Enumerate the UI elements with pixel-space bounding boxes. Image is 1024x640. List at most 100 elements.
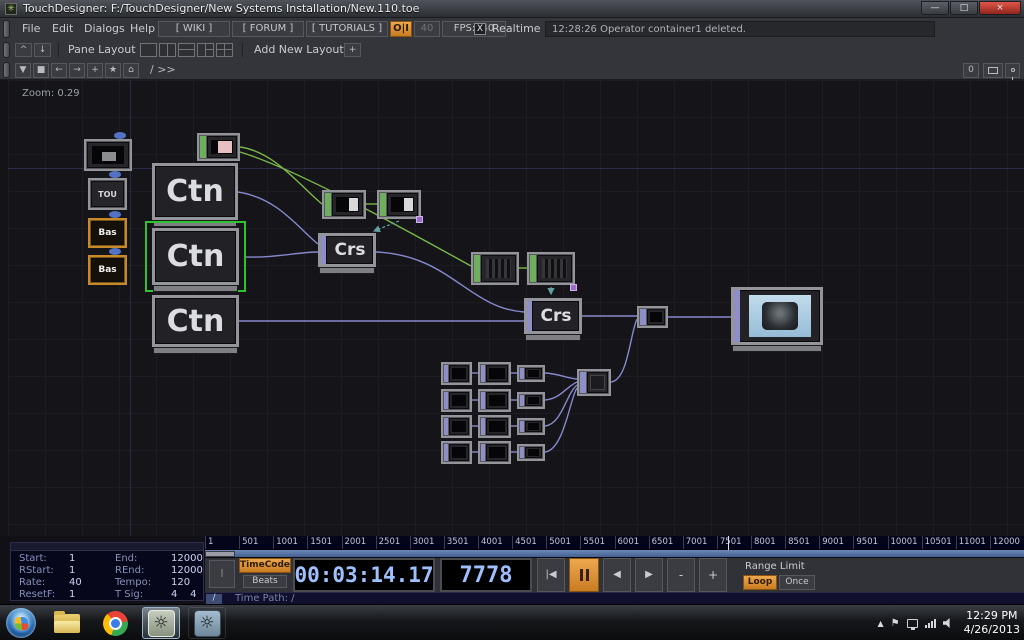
- rewind-button[interactable]: |◀: [537, 558, 565, 592]
- action-center-flag-icon[interactable]: ⚑: [891, 618, 900, 629]
- beats-mode-button[interactable]: Beats: [243, 575, 287, 588]
- window-placement-icon[interactable]: ^: [15, 43, 32, 57]
- top-node[interactable]: [517, 418, 545, 435]
- loop-button[interactable]: Loop: [743, 575, 777, 590]
- menu-help[interactable]: Help: [130, 18, 155, 40]
- pane-grip[interactable]: [3, 42, 10, 58]
- network-icon[interactable]: [907, 619, 918, 628]
- pane-grip[interactable]: [3, 62, 10, 78]
- viewer-flag[interactable]: [109, 211, 121, 218]
- layout-preset-grid[interactable]: [216, 43, 233, 57]
- layout-preset-hsplit[interactable]: [178, 43, 195, 57]
- touchdesigner-taskbar-button[interactable]: ☼: [188, 607, 226, 639]
- container-node-2-selected[interactable]: Ctn: [152, 228, 239, 285]
- maximize-button[interactable]: □: [950, 1, 978, 15]
- top-node-logo[interactable]: [84, 139, 132, 171]
- step-forward-button[interactable]: ▶: [635, 558, 663, 592]
- menu-edit[interactable]: Edit: [52, 18, 73, 40]
- cross-top-node-1[interactable]: Crs: [318, 233, 376, 267]
- setting-value[interactable]: 1: [69, 589, 115, 601]
- pane-grip[interactable]: [3, 20, 10, 38]
- stop-icon[interactable]: ■: [33, 63, 49, 78]
- base-comp-node[interactable]: Bas: [88, 218, 127, 248]
- layout-preset-vsplit[interactable]: [159, 43, 176, 57]
- setting-value[interactable]: 1: [69, 553, 115, 565]
- realtime-checkbox[interactable]: X: [474, 23, 486, 35]
- top-node[interactable]: [441, 362, 472, 385]
- title-bar[interactable]: ✳ TouchDesigner: F:/TouchDesigner/New Sy…: [0, 0, 1024, 18]
- viewer-flag[interactable]: [109, 171, 121, 178]
- base-comp-node[interactable]: Bas: [88, 255, 127, 285]
- touchdesigner-taskbar-button-active[interactable]: ☼: [142, 607, 180, 639]
- clock[interactable]: 12:29 PM 4/26/2013: [964, 609, 1020, 637]
- volume-icon[interactable]: [943, 618, 953, 628]
- top-node[interactable]: [478, 362, 511, 385]
- show-hidden-icons[interactable]: ▲: [877, 619, 883, 628]
- power-fps-field[interactable]: 40: [414, 21, 440, 37]
- chop-node[interactable]: [322, 190, 366, 219]
- home-icon[interactable]: ⌂: [123, 63, 139, 78]
- add-icon[interactable]: +: [87, 63, 103, 78]
- top-node[interactable]: [478, 415, 511, 438]
- explorer-taskbar-button[interactable]: [48, 607, 86, 639]
- minimize-button[interactable]: —: [921, 1, 949, 15]
- chop-node-audio[interactable]: [197, 133, 240, 161]
- layout-preset-single[interactable]: [140, 43, 157, 57]
- pane-menu-icon[interactable]: ▼: [15, 63, 31, 78]
- timecode-mode-button[interactable]: TimeCode: [239, 558, 291, 573]
- zero-button[interactable]: 0: [963, 63, 979, 78]
- range-thumb[interactable]: [205, 551, 235, 557]
- tutorials-button[interactable]: [ TUTORIALS ]: [306, 21, 388, 37]
- viewer-flag[interactable]: [114, 132, 126, 139]
- path-root-badge[interactable]: /: [206, 594, 222, 604]
- cross-top-node-2[interactable]: Crs: [524, 298, 582, 334]
- chop-node[interactable]: [471, 252, 519, 285]
- drop-layout-icon[interactable]: ↓: [34, 43, 51, 57]
- frame-ruler[interactable]: 1501100115012001250130013501400145015001…: [205, 536, 1024, 550]
- chop-node[interactable]: [377, 190, 421, 219]
- pause-button[interactable]: [569, 558, 599, 592]
- network-editor-canvas[interactable]: Zoom: 0.29: [8, 80, 1024, 536]
- power-toggle[interactable]: O|I: [390, 21, 412, 37]
- back-arrow-icon[interactable]: ←: [51, 63, 67, 78]
- range-minus-button[interactable]: -: [667, 558, 695, 592]
- start-button[interactable]: [6, 608, 36, 638]
- top-node[interactable]: [441, 389, 472, 412]
- output-top-node[interactable]: [731, 287, 823, 345]
- playhead[interactable]: [728, 536, 729, 550]
- network-path[interactable]: / >>: [150, 60, 176, 80]
- menu-dialogs[interactable]: Dialogs: [84, 18, 125, 40]
- add-layout-button[interactable]: +: [344, 43, 361, 57]
- viewer-flag[interactable]: [109, 248, 121, 255]
- top-node[interactable]: [517, 392, 545, 409]
- top-node[interactable]: [517, 365, 545, 382]
- bookmark-icon[interactable]: ★: [105, 63, 121, 78]
- container-node-1[interactable]: Ctn: [152, 163, 238, 220]
- wiki-button[interactable]: [ WIKI ]: [158, 21, 230, 37]
- range-bar[interactable]: [205, 550, 1024, 558]
- dat-node-text[interactable]: TOU: [88, 178, 127, 210]
- forum-button[interactable]: [ FORUM ]: [232, 21, 304, 37]
- composite-top-node[interactable]: [577, 369, 611, 396]
- top-node-small[interactable]: [637, 306, 668, 328]
- chrome-taskbar-button[interactable]: [96, 607, 134, 639]
- chop-node[interactable]: [527, 252, 575, 285]
- display-button[interactable]: [983, 63, 1003, 78]
- setting-value[interactable]: 40: [69, 577, 115, 589]
- close-button[interactable]: ×: [979, 1, 1021, 15]
- top-node[interactable]: [441, 441, 472, 464]
- top-node[interactable]: [478, 389, 511, 412]
- signal-bars-icon[interactable]: [925, 618, 936, 628]
- marker-button[interactable]: I: [209, 560, 235, 588]
- layout-preset-three[interactable]: [197, 43, 214, 57]
- menu-file[interactable]: File: [22, 18, 40, 40]
- top-node[interactable]: [478, 441, 511, 464]
- fwd-arrow-icon[interactable]: →: [69, 63, 85, 78]
- range-plus-button[interactable]: +: [699, 558, 727, 592]
- top-node[interactable]: [441, 415, 472, 438]
- container-node-3[interactable]: Ctn: [152, 295, 239, 347]
- setting-value[interactable]: 1: [69, 565, 115, 577]
- probe-button[interactable]: [1005, 63, 1020, 78]
- once-button[interactable]: Once: [779, 575, 815, 590]
- step-back-button[interactable]: ◀: [603, 558, 631, 592]
